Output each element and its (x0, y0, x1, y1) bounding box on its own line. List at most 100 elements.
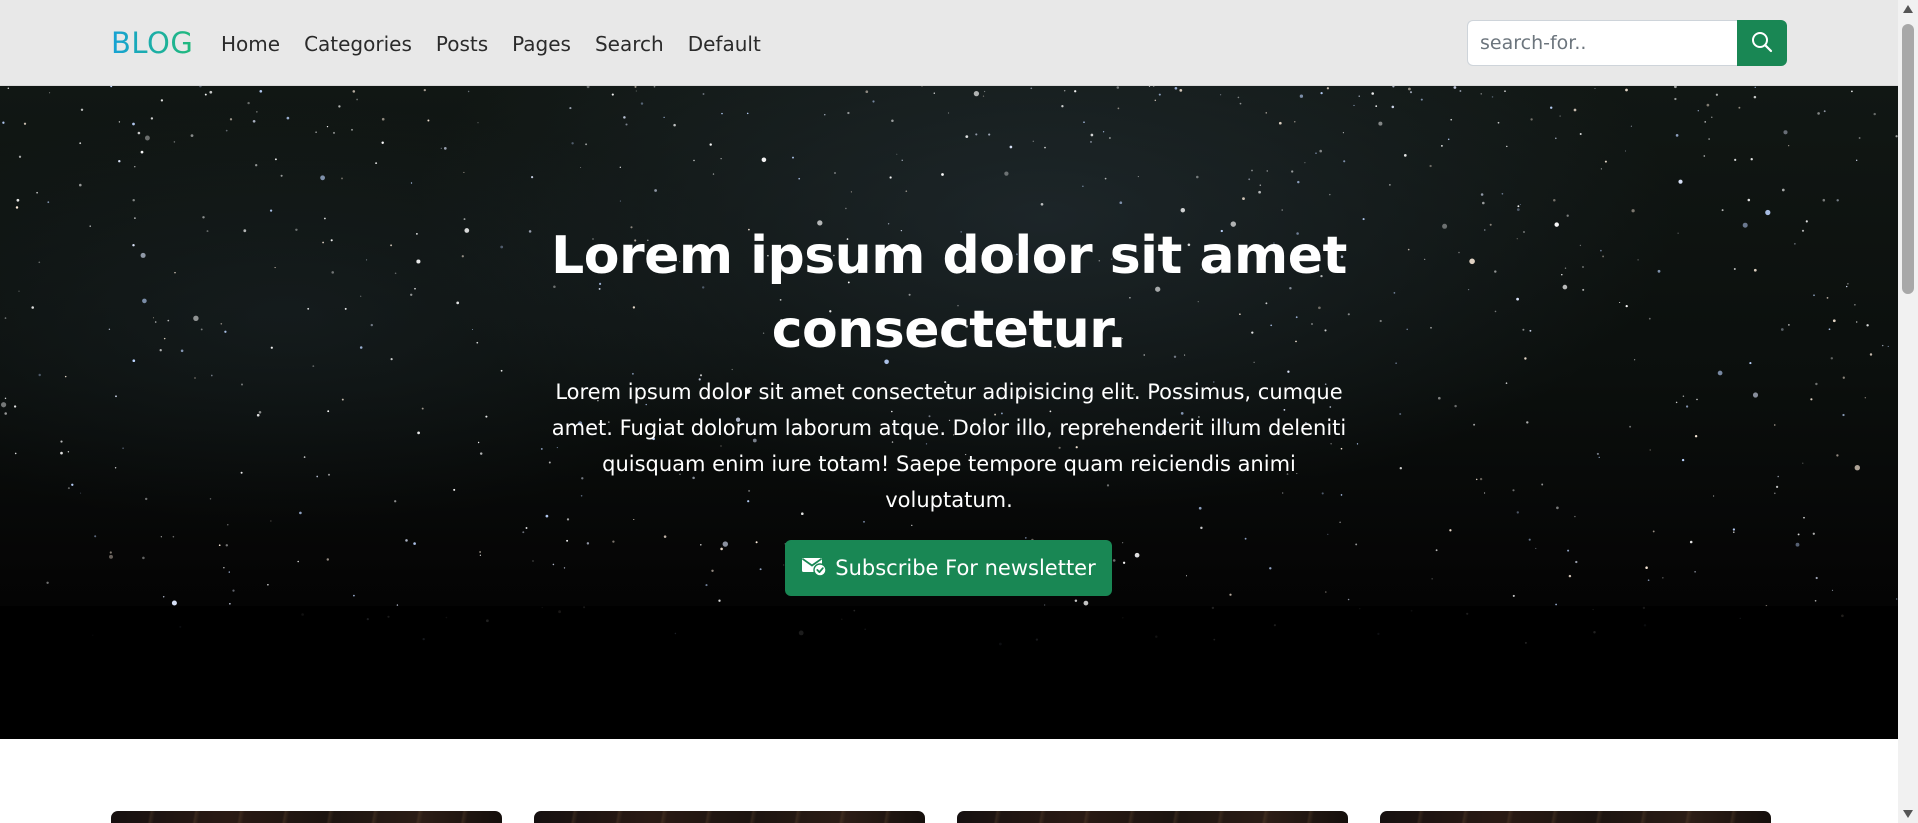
star (1847, 282, 1849, 285)
nav-link-default[interactable]: Default (676, 30, 773, 58)
star (1775, 485, 1779, 489)
star (132, 359, 136, 363)
post-card[interactable] (534, 811, 925, 823)
star (1320, 91, 1323, 95)
star (1429, 164, 1432, 168)
star (755, 541, 758, 544)
star (1074, 90, 1077, 93)
star (1706, 103, 1710, 107)
star (865, 90, 869, 94)
star (229, 602, 231, 605)
scroll-up-arrow[interactable] (1898, 0, 1918, 18)
star (1582, 288, 1585, 291)
scroll-down-arrow[interactable] (1898, 805, 1918, 823)
star (2, 121, 5, 124)
star (619, 200, 621, 202)
star (965, 135, 969, 138)
star (67, 487, 70, 490)
vertical-scrollbar[interactable] (1898, 0, 1918, 823)
star (1458, 251, 1460, 254)
star (633, 518, 635, 521)
scrollbar-thumb[interactable] (1902, 24, 1914, 294)
star (1631, 209, 1635, 213)
star (64, 375, 67, 378)
star (982, 95, 985, 97)
star (1154, 99, 1157, 102)
star (1516, 511, 1519, 514)
nav-link-categories[interactable]: Categories (292, 30, 424, 58)
star (1579, 244, 1582, 247)
star (1813, 294, 1815, 297)
star (410, 293, 413, 296)
star (731, 368, 733, 371)
hero-title: Lorem ipsum dolor sit amet consectetur. (551, 226, 1347, 360)
star (115, 395, 117, 398)
star (18, 155, 22, 158)
star (891, 119, 894, 123)
star (1244, 537, 1247, 540)
star (485, 415, 488, 418)
star (1391, 105, 1395, 109)
star (258, 411, 262, 414)
star (1715, 93, 1719, 96)
nav-link-home[interactable]: Home (221, 30, 292, 58)
star (80, 492, 82, 494)
star (118, 121, 121, 123)
star (1491, 96, 1494, 98)
star (1137, 176, 1139, 178)
star (1326, 87, 1330, 90)
nav-link-search[interactable]: Search (583, 30, 676, 58)
star (1858, 137, 1861, 139)
star (1600, 249, 1602, 252)
star (746, 112, 749, 115)
star (247, 101, 250, 105)
star (1032, 140, 1035, 142)
star (1575, 560, 1578, 564)
star (137, 131, 141, 135)
card-image (534, 811, 925, 823)
star (118, 160, 121, 163)
star (1294, 121, 1296, 123)
star (1564, 267, 1567, 269)
subscribe-button[interactable]: Subscribe For newsletter (785, 540, 1112, 596)
star (1836, 199, 1839, 202)
star (461, 255, 464, 258)
star (1117, 107, 1120, 110)
search-button[interactable] (1737, 20, 1787, 66)
star (1812, 532, 1815, 535)
star (1497, 121, 1500, 124)
brand-logo[interactable]: BLOG (111, 24, 193, 62)
star (1842, 413, 1845, 417)
star (1291, 170, 1294, 173)
star (1174, 86, 1178, 90)
star (1535, 547, 1537, 549)
post-card[interactable] (1380, 811, 1771, 823)
star (1781, 188, 1785, 192)
star (225, 129, 228, 132)
star (142, 556, 145, 560)
nav-link-pages[interactable]: Pages (500, 30, 583, 58)
star (204, 93, 207, 96)
star (1523, 231, 1525, 233)
star (1237, 96, 1240, 99)
star (1777, 475, 1779, 478)
star (4, 317, 7, 319)
star (1717, 370, 1723, 376)
star (1596, 452, 1599, 455)
search-input[interactable] (1467, 20, 1737, 66)
star (396, 604, 399, 606)
star (1528, 538, 1531, 541)
post-card[interactable] (957, 811, 1348, 823)
star (206, 230, 209, 233)
star (232, 589, 235, 592)
star (709, 143, 712, 146)
star (49, 92, 51, 94)
star (324, 217, 326, 220)
nav-link-posts[interactable]: Posts (424, 30, 500, 58)
star (417, 431, 420, 435)
post-card[interactable] (111, 811, 502, 823)
card-image (111, 811, 502, 823)
star (297, 560, 300, 563)
star (38, 261, 41, 264)
star (240, 471, 243, 474)
